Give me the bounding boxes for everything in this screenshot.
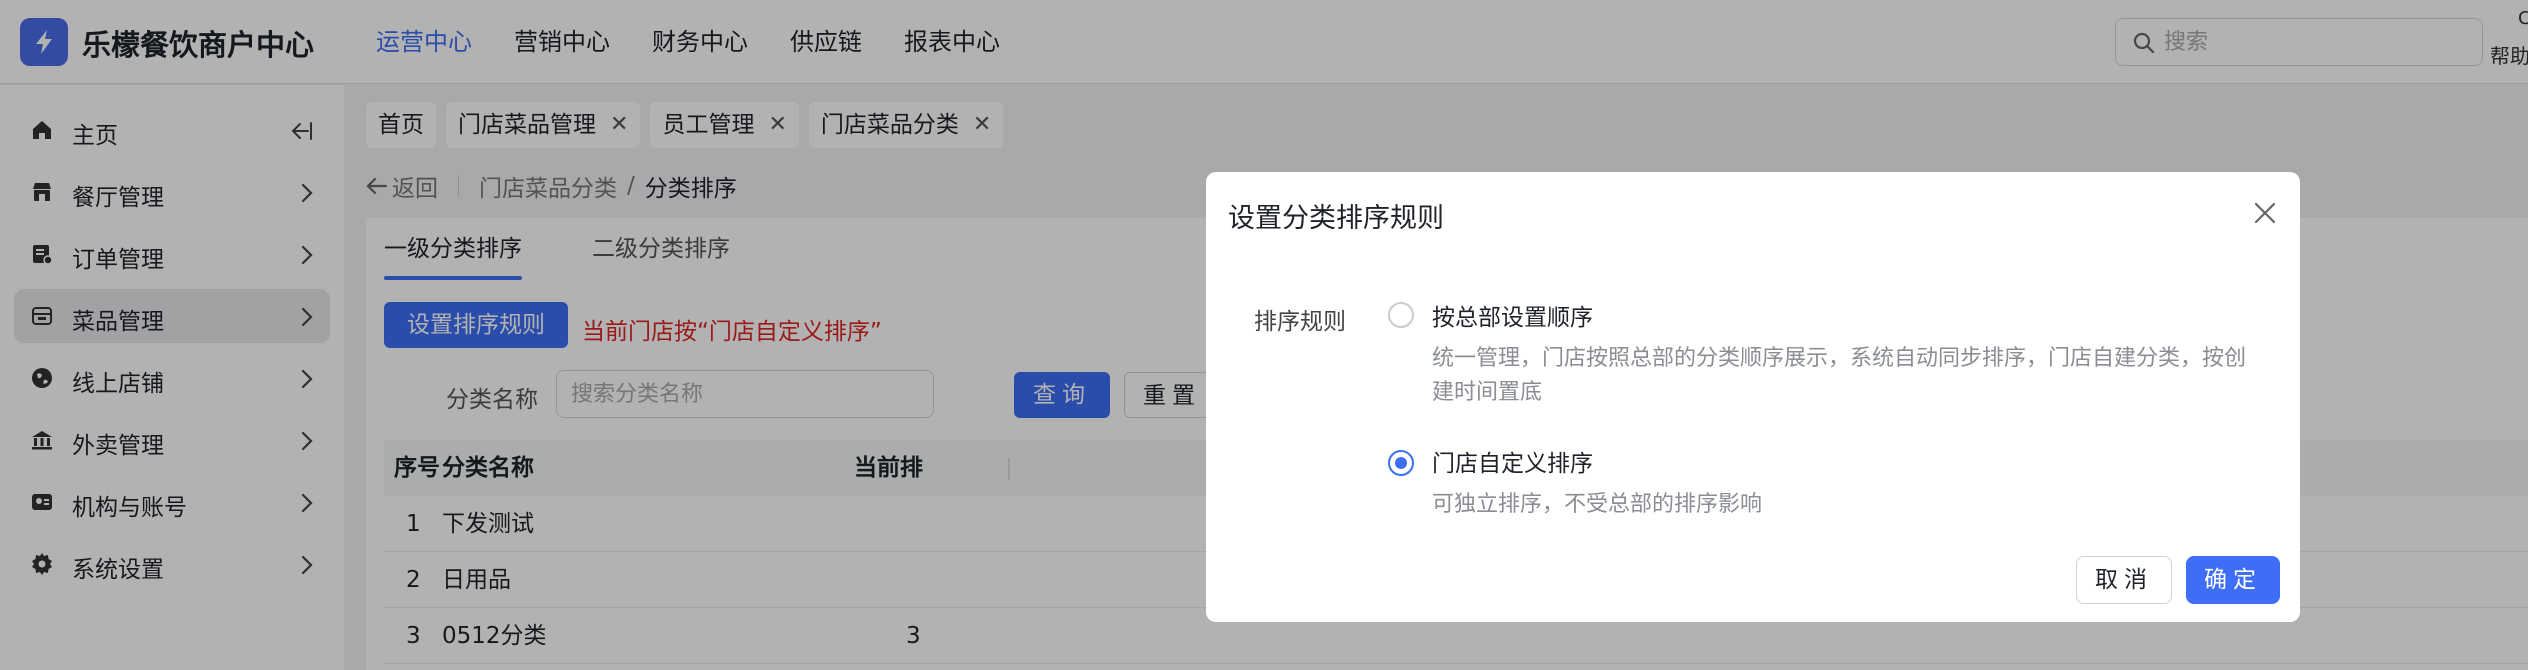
option-hq-order-desc: 统一管理，门店按照总部的分类顺序展示，系统自动同步排序，门店自建分类，按创建时间… — [1432, 346, 2247, 405]
cancel-button[interactable]: 取消 — [2076, 556, 2172, 604]
sort-rule-label: 排序规则 — [1254, 309, 1346, 335]
confirm-button[interactable]: 确定 — [2186, 556, 2280, 604]
option-hq-order-label[interactable]: 按总部设置顺序 — [1432, 298, 1593, 332]
option-store-custom-desc: 可独立排序，不受总部的排序影响 — [1432, 492, 1763, 517]
sort-rule-modal: 设置分类排序规则 排序规则 按总部设置顺序 统一管理，门店按照总部的分类顺序展示… — [1206, 172, 2300, 622]
radio-hq-order[interactable] — [1388, 302, 1414, 328]
option-store-custom-label[interactable]: 门店自定义排序 — [1432, 444, 1593, 478]
close-icon[interactable] — [2252, 200, 2278, 226]
modal-title: 设置分类排序规则 — [1228, 203, 1444, 234]
radio-store-custom[interactable] — [1388, 450, 1414, 476]
